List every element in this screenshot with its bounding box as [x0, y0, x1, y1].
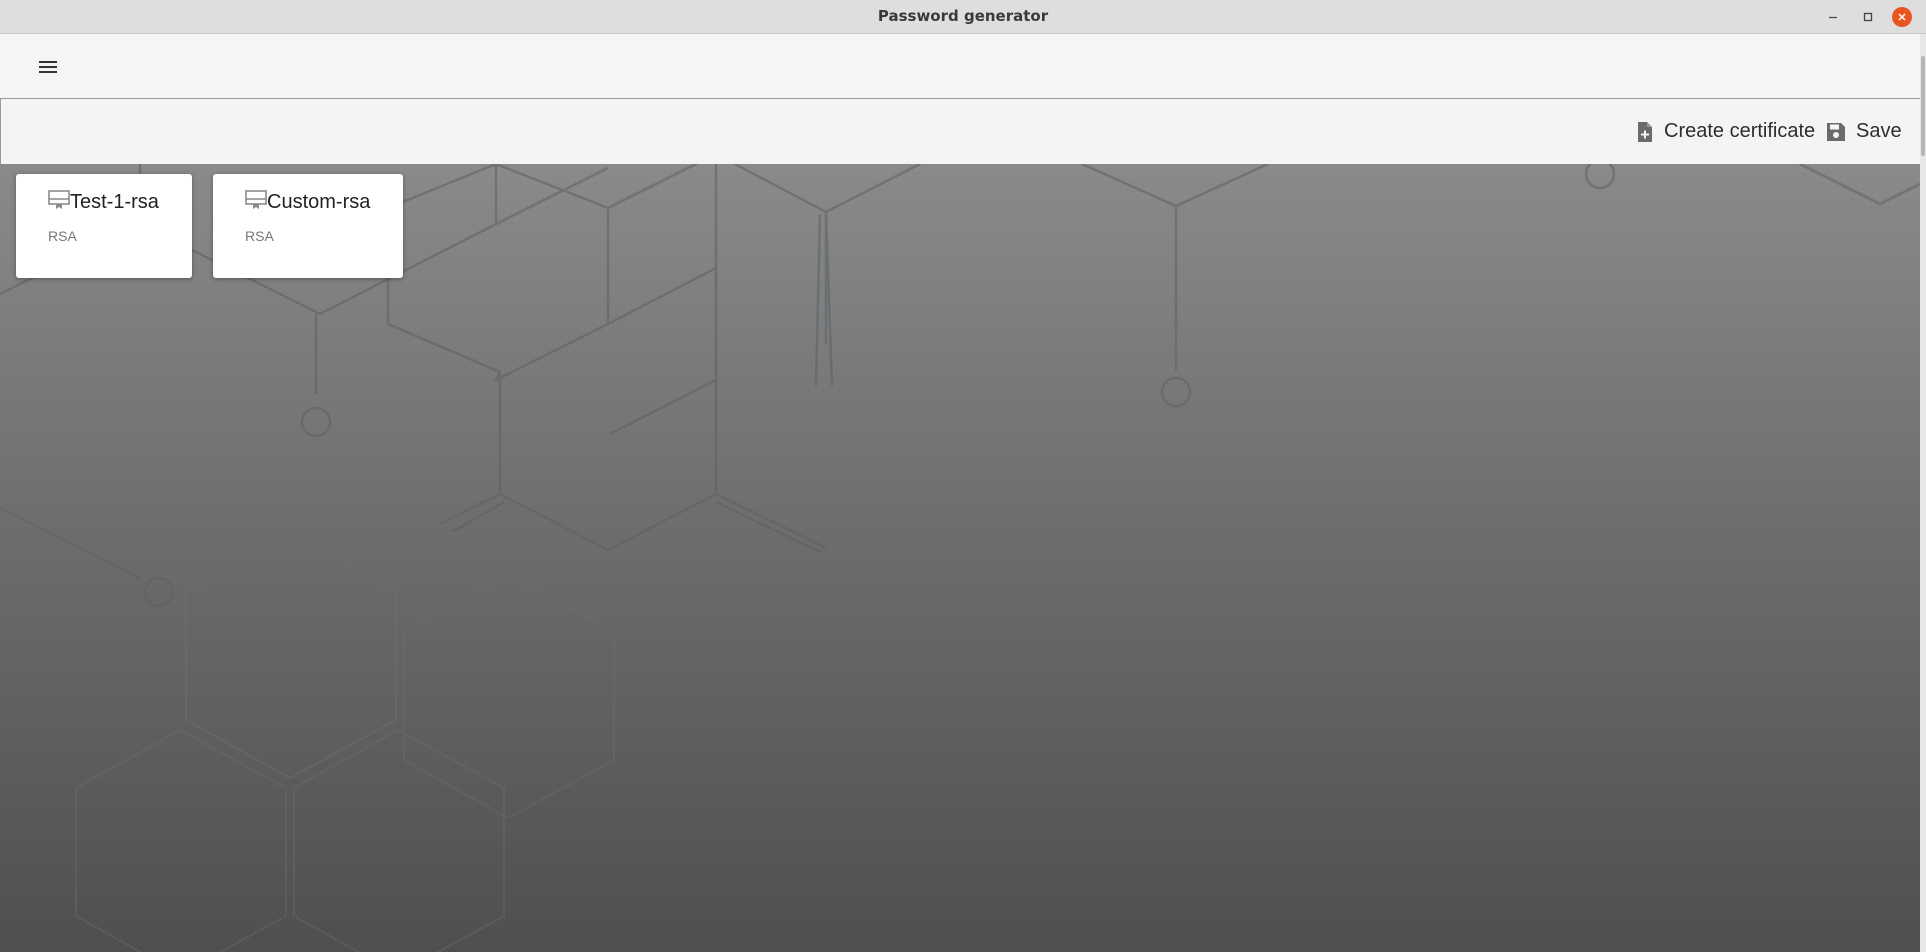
certificate-card[interactable]: Test-1-rsa RSA [16, 174, 192, 278]
app-window: Password generator Create certificate Sa… [0, 0, 1926, 952]
hamburger-menu-icon [39, 61, 57, 73]
maximize-button[interactable] [1857, 6, 1879, 28]
background-pattern [0, 164, 1920, 952]
save-button[interactable]: Save [1826, 99, 1902, 164]
certificate-icon [245, 190, 267, 210]
floppy-disk-icon [1826, 122, 1846, 142]
certificate-card[interactable]: Custom-rsa RSA [213, 174, 403, 278]
create-certificate-button[interactable]: Create certificate [1636, 99, 1815, 164]
close-icon [1898, 13, 1906, 21]
app-bar [0, 34, 1920, 99]
certificate-card-header: Test-1-rsa [48, 190, 159, 214]
certificate-name: Custom-rsa [267, 191, 371, 213]
save-label: Save [1856, 120, 1902, 142]
toolbar: Create certificate Save [0, 99, 1920, 164]
create-certificate-label: Create certificate [1664, 120, 1816, 142]
file-plus-icon [1636, 121, 1654, 143]
certificate-name: Test-1-rsa [70, 191, 159, 213]
menu-button[interactable] [30, 51, 66, 83]
certificate-card-header: Custom-rsa [245, 190, 370, 214]
scrollbar-thumb[interactable] [1921, 56, 1925, 156]
certificate-icon [48, 190, 70, 210]
certificate-type: RSA [245, 228, 274, 244]
window-titlebar: Password generator [0, 0, 1926, 34]
certificate-list-area: Test-1-rsa RSA Custom-rsa RSA [0, 164, 1920, 952]
certificate-type: RSA [48, 228, 77, 244]
minimize-button[interactable] [1822, 6, 1844, 28]
maximize-icon [1863, 12, 1873, 22]
minimize-icon [1829, 16, 1837, 19]
close-button-circle [1892, 7, 1912, 27]
window-title: Password generator [877, 7, 1049, 25]
close-window-button[interactable] [1891, 6, 1913, 28]
scrollbar-track[interactable] [1920, 34, 1926, 952]
